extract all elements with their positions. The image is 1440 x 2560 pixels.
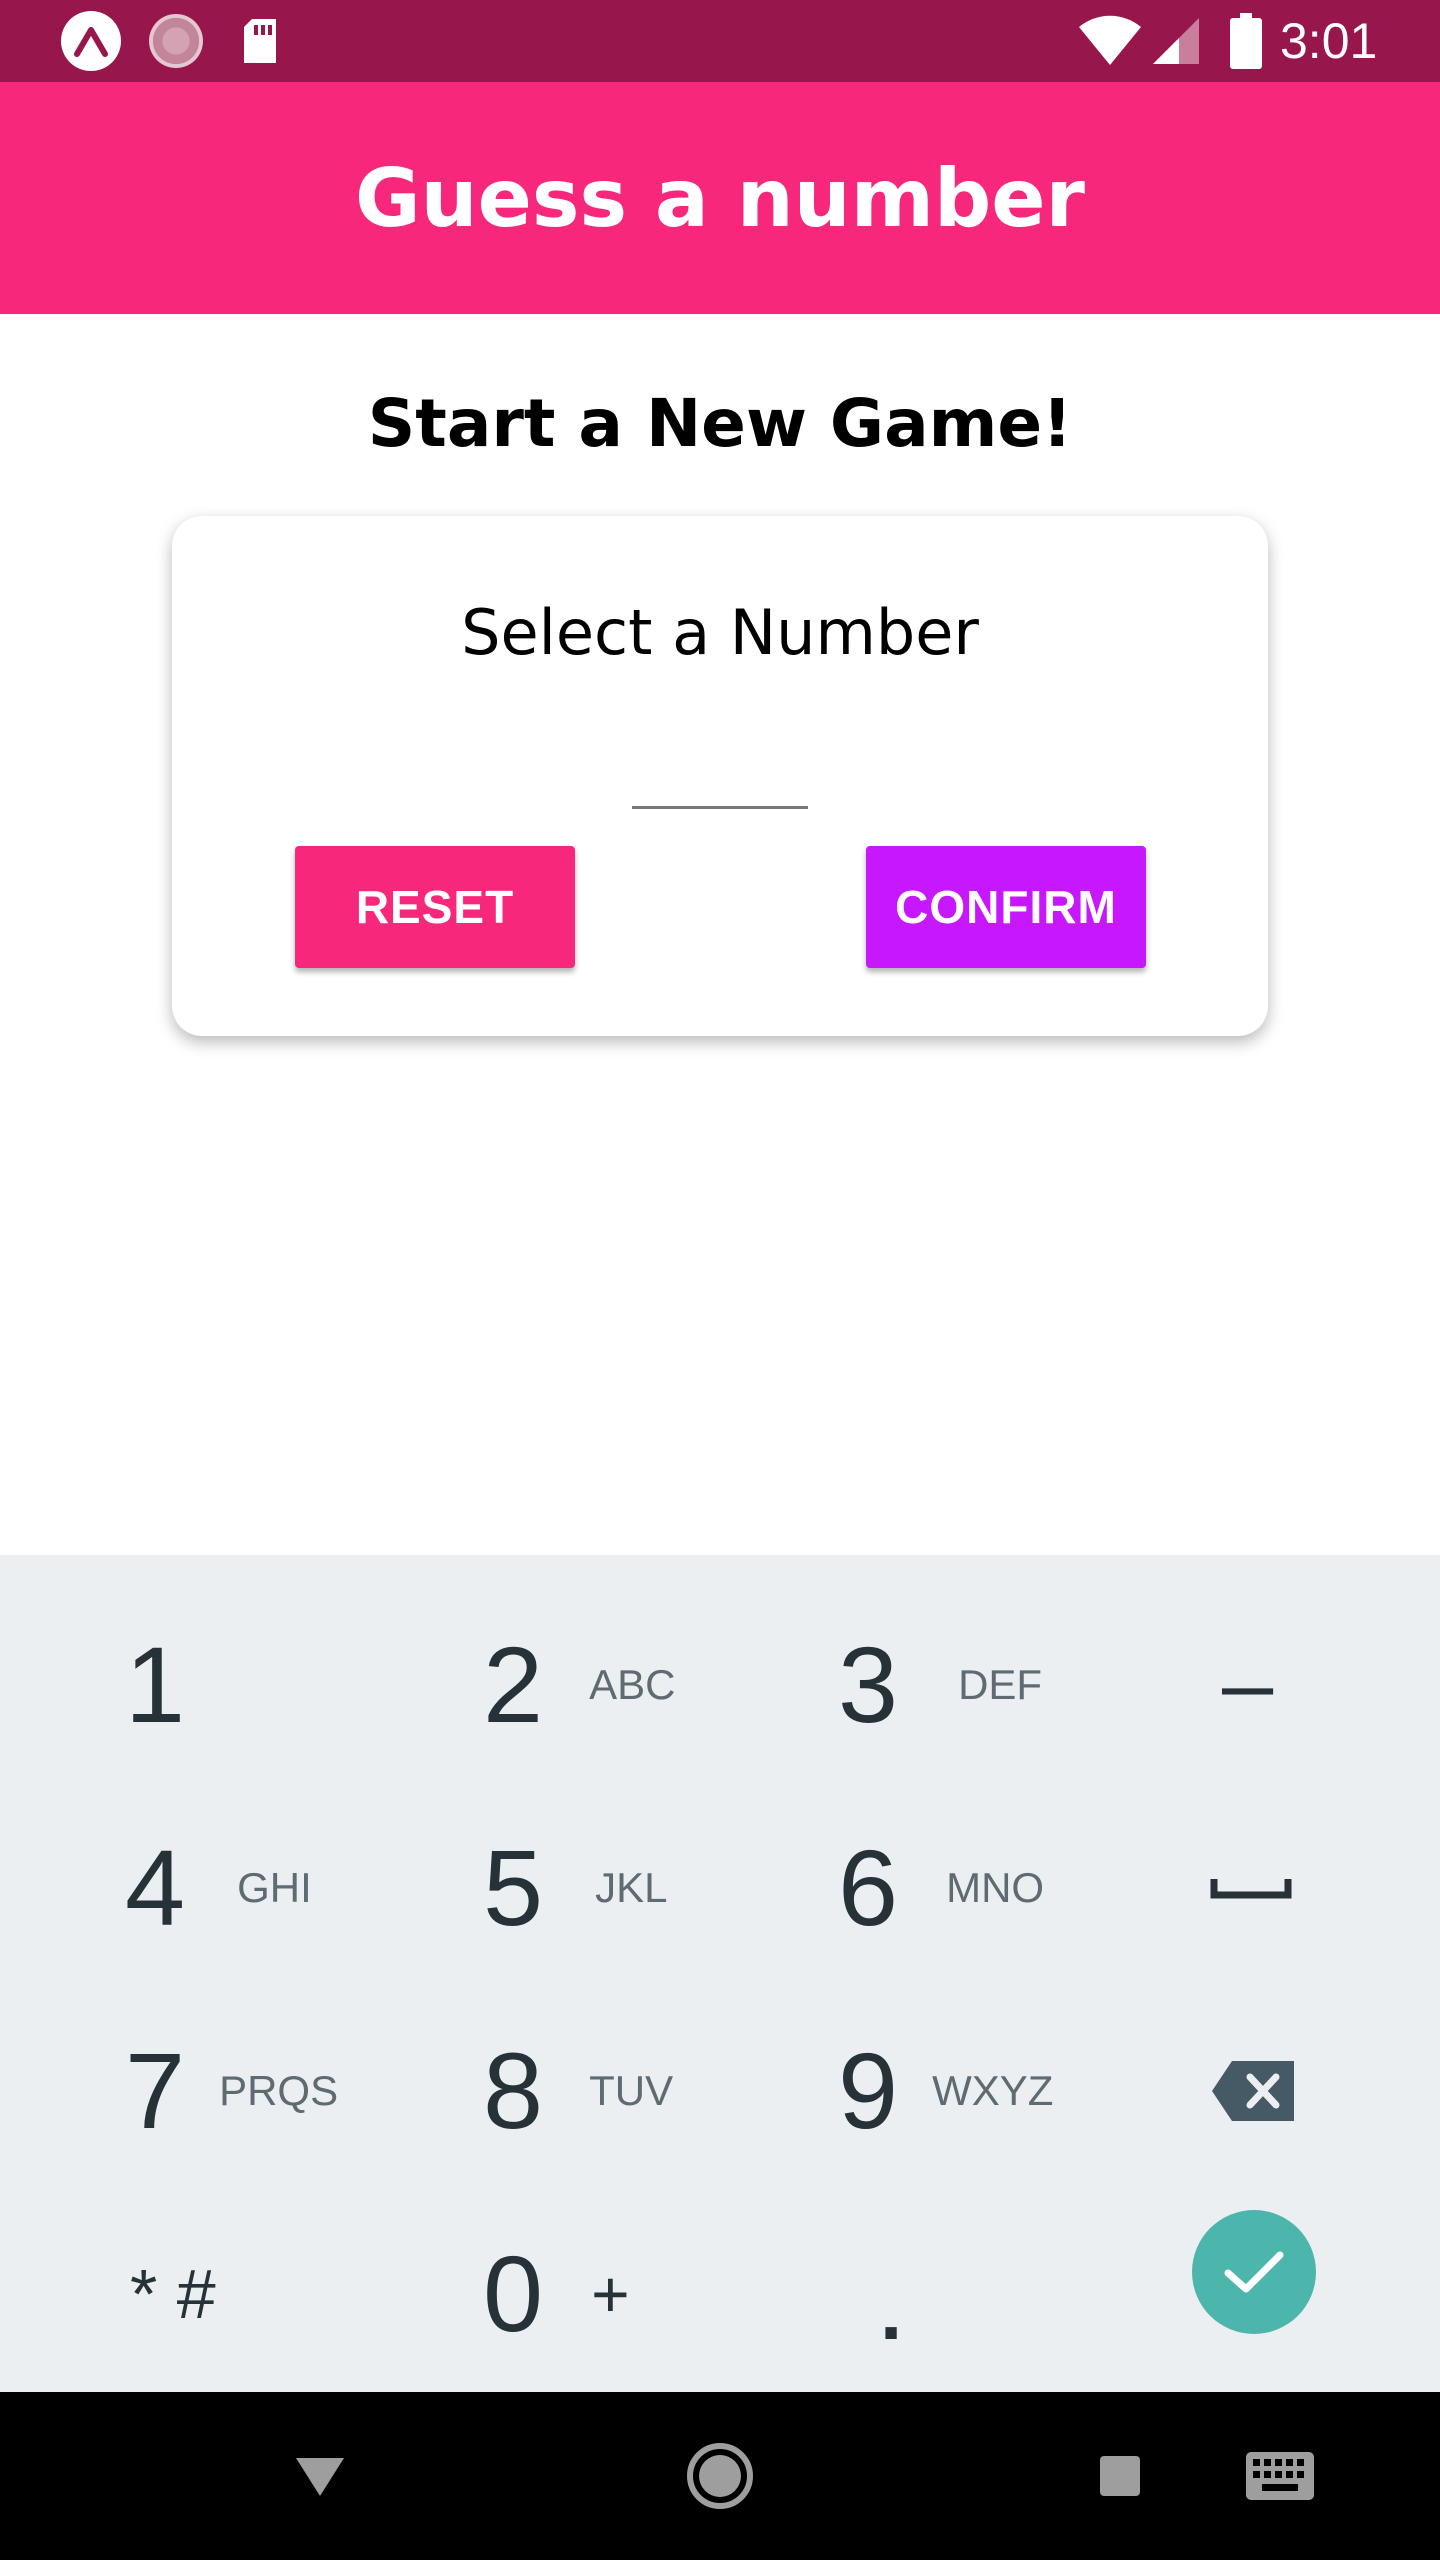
key-2[interactable]: 2 ABC <box>483 1583 843 1786</box>
key-letters: PRQS <box>219 2066 339 2114</box>
key-digit: 3 <box>838 1623 899 1745</box>
home-button[interactable] <box>680 2392 760 2560</box>
keyboard-switch-button[interactable] <box>1240 2392 1320 2560</box>
backspace-icon <box>1212 2060 1294 2121</box>
key-digit: 7 <box>125 2029 186 2151</box>
key-digit: 5 <box>483 1826 544 1948</box>
key-digit: 9 <box>838 2029 899 2151</box>
keyboard-switch-icon <box>1246 2452 1314 2500</box>
done-check-icon <box>1224 2251 1284 2293</box>
key-space[interactable] <box>1210 1786 1300 1989</box>
signal-icon <box>1148 0 1204 82</box>
minus-symbol: – <box>1222 1633 1274 1735</box>
loading-icon <box>143 0 209 82</box>
back-button[interactable] <box>290 2392 350 2560</box>
recents-button[interactable] <box>1092 2392 1148 2560</box>
key-digit: 8 <box>483 2029 544 2151</box>
key-minus[interactable]: – <box>1222 1583 1332 1786</box>
key-letters: MNO <box>946 1863 1045 1911</box>
number-input[interactable] <box>632 746 808 809</box>
key-star-hash[interactable]: * # <box>130 2192 490 2395</box>
key-4[interactable]: 4 GHI <box>125 1786 485 1989</box>
reset-button[interactable]: RESET <box>295 846 575 968</box>
done-key[interactable] <box>1192 2210 1316 2334</box>
key-letters: DEF <box>958 1660 1043 1708</box>
wifi-icon <box>1075 0 1145 82</box>
key-period[interactable]: . <box>880 2210 940 2413</box>
status-bar: 3:01 <box>0 0 1440 82</box>
screen-title: Start a New Game! <box>367 385 1073 462</box>
app-screen: 3:01 Guess a number Start a New Game! Se… <box>0 0 1440 2560</box>
recents-icon <box>1100 2456 1140 2496</box>
key-letters: TUV <box>589 2066 674 2114</box>
card-label: Select a Number <box>461 596 979 669</box>
status-time: 3:01 <box>1280 13 1378 69</box>
key-letters: JKL <box>595 1863 668 1911</box>
back-icon <box>296 2458 344 2496</box>
input-card: Select a Number RESET CONFIRM <box>172 516 1268 1036</box>
battery-icon <box>1226 0 1266 82</box>
key-3[interactable]: 3 DEF <box>838 1583 1198 1786</box>
key-0[interactable]: 0 + <box>483 2192 843 2395</box>
key-letters: WXYZ <box>932 2066 1054 2114</box>
period-symbol: . <box>880 2266 903 2356</box>
key-6[interactable]: 6 MNO <box>838 1786 1198 1989</box>
key-8[interactable]: 8 TUV <box>483 1989 843 2192</box>
key-digit: 4 <box>125 1826 186 1948</box>
key-9[interactable]: 9 WXYZ <box>838 1989 1198 2192</box>
key-letters: GHI <box>237 1863 312 1911</box>
sd-card-icon <box>236 0 284 82</box>
key-7[interactable]: 7 PRQS <box>125 1989 485 2192</box>
space-icon <box>1210 1878 1292 1898</box>
key-digit: 1 <box>125 1623 186 1745</box>
key-digit: 0 <box>483 2232 544 2354</box>
key-5[interactable]: 5 JKL <box>483 1786 843 1989</box>
app-title: Guess a number <box>354 151 1086 245</box>
navigation-bar <box>0 2392 1440 2560</box>
expo-app-icon <box>58 0 124 82</box>
key-digit: 2 <box>483 1623 544 1745</box>
app-header: Guess a number <box>0 82 1440 314</box>
star-hash-symbol: * # <box>130 2254 216 2333</box>
key-backspace[interactable] <box>1210 1989 1300 2192</box>
confirm-button[interactable]: CONFIRM <box>866 846 1146 968</box>
home-icon <box>687 2443 753 2509</box>
key-plus: + <box>591 2256 630 2331</box>
key-1[interactable]: 1 <box>125 1583 485 1786</box>
key-letters: ABC <box>589 1660 676 1708</box>
key-digit: 6 <box>838 1826 899 1948</box>
